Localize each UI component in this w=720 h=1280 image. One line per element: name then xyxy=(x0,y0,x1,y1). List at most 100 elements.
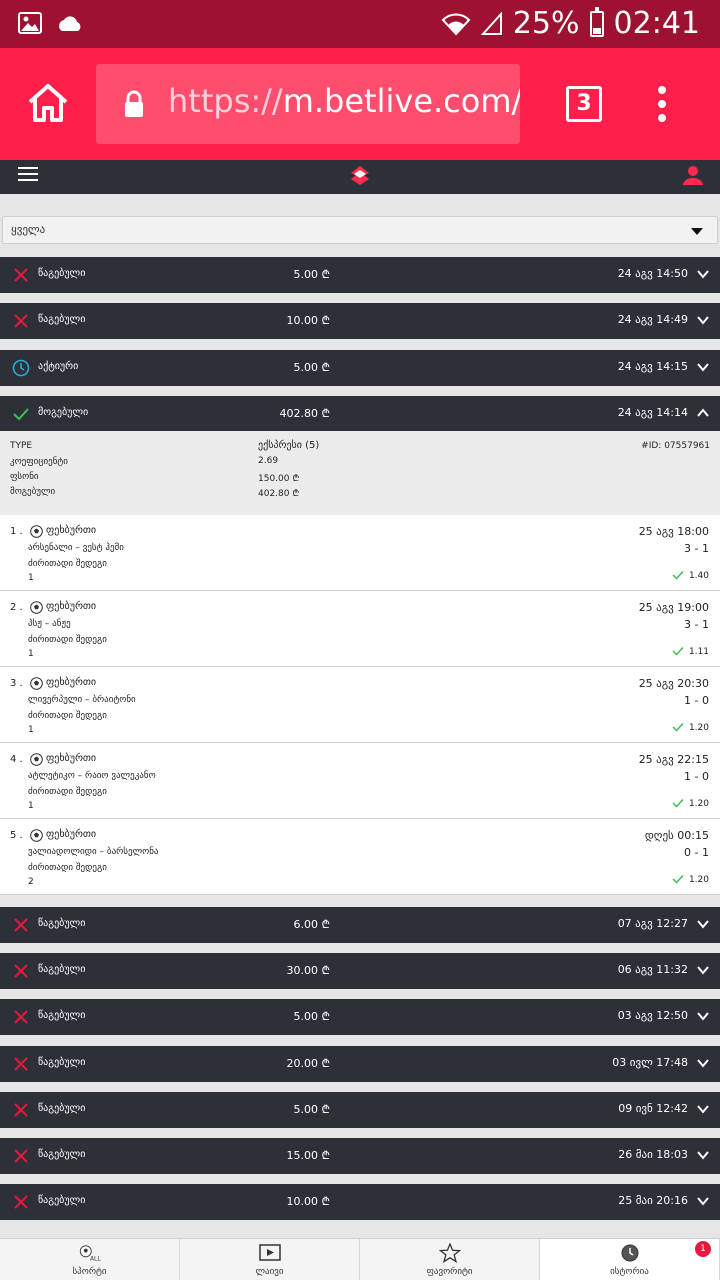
bet-date: 07 აგვ 12:27 xyxy=(617,917,688,930)
event-odd: 1.40 xyxy=(688,571,709,581)
lost-x-icon xyxy=(14,1057,28,1071)
bet-amount: 5.00 ₾ xyxy=(293,268,330,281)
gallery-icon xyxy=(18,12,42,34)
event-odd: 1.20 xyxy=(688,875,709,885)
bet-event: 1 . ფეხბურთი არსენალი – ვესტ ჰემი ძირითა… xyxy=(0,515,720,591)
type-value: ექსპრესი (5) xyxy=(258,440,320,451)
bet-event: 5 . ფეხბურთი ვალიადოლიდი – ბარსელონა ძირ… xyxy=(0,819,720,895)
bet-status: წაგებული xyxy=(38,918,86,929)
cloud-icon xyxy=(59,16,81,31)
event-odd: 1.20 xyxy=(688,799,709,809)
event-market: ძირითადი შედეგი xyxy=(28,863,107,873)
event-score: 1 - 0 xyxy=(684,694,709,707)
url-text: https://m.betlive.com/k xyxy=(168,82,520,120)
bet-row[interactable]: წაგებული 6.00 ₾ 07 აგვ 12:27 xyxy=(0,907,720,943)
nav-label: ფავორიტი xyxy=(426,1267,473,1277)
event-sport: ფეხბურთი xyxy=(46,677,97,688)
bet-amount: 20.00 ₾ xyxy=(286,1057,330,1070)
bet-date: 24 აგვ 14:15 xyxy=(617,360,688,373)
app-header xyxy=(0,160,720,194)
event-number: 1 . xyxy=(10,526,23,537)
bet-status: წაგებული xyxy=(38,964,86,975)
bet-row[interactable]: წაგებული 5.00 ₾ 24 აგვ 14:50 xyxy=(0,257,720,293)
bet-amount: 402.80 ₾ xyxy=(279,407,330,420)
won-check-icon xyxy=(13,408,29,421)
bet-row[interactable]: წაგებული 5.00 ₾ 09 ივნ 12:42 xyxy=(0,1092,720,1128)
bet-status: წაგებული xyxy=(38,1149,86,1160)
chevron-down-icon[interactable] xyxy=(696,1148,710,1162)
football-icon xyxy=(30,601,43,614)
tab-switcher-button[interactable]: 3 xyxy=(566,86,602,122)
chevron-down-icon[interactable] xyxy=(696,917,710,931)
chevron-down-icon[interactable] xyxy=(696,1056,710,1070)
chevron-down-icon[interactable] xyxy=(696,313,710,327)
nav-item-sports-all[interactable]: ALL სპორტი xyxy=(0,1239,180,1280)
chevron-down-icon[interactable] xyxy=(696,267,710,281)
chevron-down-icon[interactable] xyxy=(696,1102,710,1116)
chevron-down-icon[interactable] xyxy=(696,963,710,977)
event-score: 3 - 1 xyxy=(684,542,709,555)
bet-amount: 5.00 ₾ xyxy=(293,1010,330,1023)
nav-item-history-clock[interactable]: ისტორია 1 xyxy=(540,1239,720,1280)
event-score: 1 - 0 xyxy=(684,770,709,783)
more-options-icon[interactable] xyxy=(658,86,668,126)
event-market: ძირითადი შედეგი xyxy=(28,635,107,645)
bet-row[interactable]: წაგებული 5.00 ₾ 03 აგვ 12:50 xyxy=(0,999,720,1035)
won-check-icon xyxy=(672,722,684,732)
lost-x-icon xyxy=(14,964,28,978)
bet-amount: 30.00 ₾ xyxy=(286,964,330,977)
bet-row[interactable]: წაგებული 10.00 ₾ 25 მაი 20:16 xyxy=(0,1184,720,1220)
event-date: 25 აგვ 22:15 xyxy=(638,753,709,766)
history-clock-icon xyxy=(621,1244,638,1262)
bet-status: წაგებული xyxy=(38,1103,86,1114)
user-icon[interactable] xyxy=(682,164,704,186)
bet-date: 06 აგვ 11:32 xyxy=(617,963,688,976)
bet-amount: 5.00 ₾ xyxy=(293,361,330,374)
bet-date: 24 აგვ 14:49 xyxy=(617,313,688,326)
bet-status: წაგებული xyxy=(38,1057,86,1068)
bet-date: 26 მაი 18:03 xyxy=(618,1148,688,1161)
bet-event: 3 . ფეხბურთი ლივერპული – ბრაიტონი ძირითა… xyxy=(0,667,720,743)
status-bar: 25% 02:41 xyxy=(0,0,720,48)
bet-date: 09 ივნ 12:42 xyxy=(618,1102,688,1115)
lost-x-icon xyxy=(14,1103,28,1117)
bet-amount: 15.00 ₾ xyxy=(286,1149,330,1162)
event-pick: 1 xyxy=(28,725,34,735)
bet-date: 24 აგვ 14:14 xyxy=(617,406,688,419)
betlive-logo[interactable] xyxy=(348,163,372,187)
chevron-down-icon[interactable] xyxy=(696,1194,710,1208)
event-number: 5 . xyxy=(10,830,23,841)
menu-icon[interactable] xyxy=(18,167,38,183)
address-bar[interactable]: https://m.betlive.com/k xyxy=(96,64,520,144)
bet-row[interactable]: წაგებული 10.00 ₾ 24 აგვ 14:49 xyxy=(0,303,720,339)
chevron-down-icon[interactable] xyxy=(696,1009,710,1023)
event-sport: ფეხბურთი xyxy=(46,601,97,612)
win-label: მოგებული xyxy=(10,487,56,497)
nav-item-live-play[interactable]: ლაივი xyxy=(180,1239,360,1280)
signal-icon xyxy=(480,11,502,35)
bottom-navigation: ALL სპორტი ლაივი ფავორიტი ისტორია 1 xyxy=(0,1238,720,1280)
event-match: ლივერპული – ბრაიტონი xyxy=(28,695,136,705)
bet-amount: 10.00 ₾ xyxy=(286,314,330,327)
chevron-down-icon[interactable] xyxy=(696,360,710,374)
event-date: 25 აგვ 20:30 xyxy=(638,677,709,690)
bet-row[interactable]: წაგებული 20.00 ₾ 03 ივლ 17:48 xyxy=(0,1046,720,1082)
home-icon[interactable] xyxy=(24,78,72,126)
battery-percent: 25% xyxy=(512,6,580,41)
event-match: არსენალი – ვესტ ჰემი xyxy=(28,543,124,553)
bet-row[interactable]: მოგებული 402.80 ₾ 24 აგვ 14:14 xyxy=(0,396,720,432)
chevron-up-icon[interactable] xyxy=(696,406,710,420)
event-date: 25 აგვ 18:00 xyxy=(638,525,709,538)
bet-row[interactable]: წაგებული 15.00 ₾ 26 მაი 18:03 xyxy=(0,1138,720,1174)
event-score: 3 - 1 xyxy=(684,618,709,631)
football-icon xyxy=(30,753,43,766)
event-sport: ფეხბურთი xyxy=(46,525,97,536)
nav-item-star[interactable]: ფავორიტი xyxy=(360,1239,540,1280)
bet-date: 24 აგვ 14:50 xyxy=(617,267,688,280)
history-filter-select[interactable]: ყველა xyxy=(2,216,718,244)
bet-row[interactable]: აქტიური 5.00 ₾ 24 აგვ 14:15 xyxy=(0,350,720,386)
bet-row[interactable]: წაგებული 30.00 ₾ 06 აგვ 11:32 xyxy=(0,953,720,989)
coef-value: 2.69 xyxy=(258,456,279,466)
lost-x-icon xyxy=(14,314,28,328)
event-score: 0 - 1 xyxy=(684,846,709,859)
